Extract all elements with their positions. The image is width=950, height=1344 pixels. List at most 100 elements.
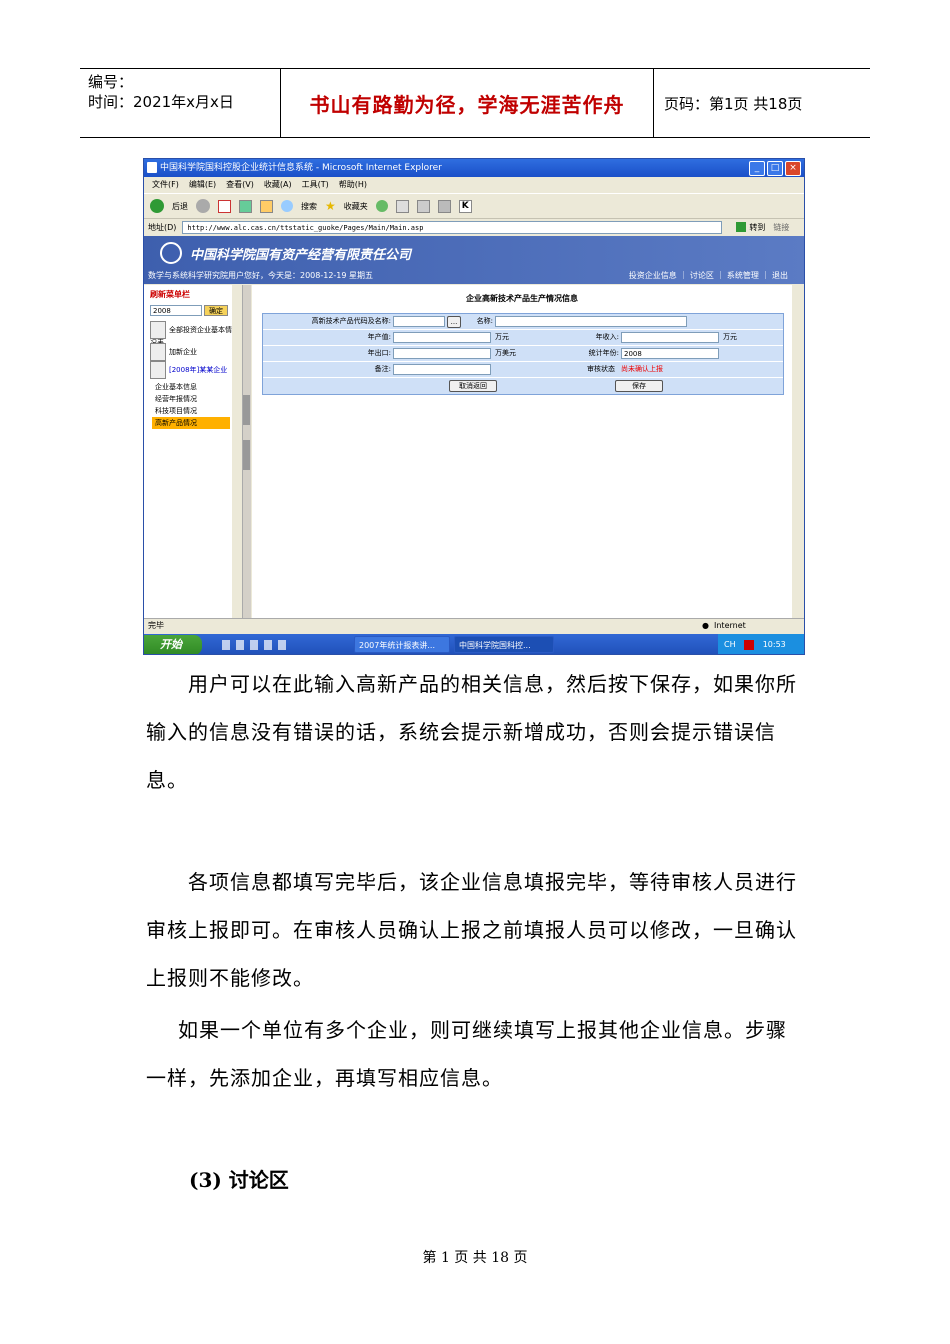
refresh-menu-button[interactable]: 刷新菜单栏 xyxy=(150,289,190,300)
task-word[interactable]: 2007年统计报表讲... xyxy=(354,636,450,653)
remark-label: 备注: xyxy=(374,365,391,373)
task-ie[interactable]: 中国科学院国科控... xyxy=(454,636,554,653)
print-icon[interactable] xyxy=(416,199,430,213)
status-bar: 完毕 ● Internet xyxy=(144,618,804,632)
top-links[interactable]: 投资企业信息 ｜ 讨论区 ｜ 系统管理 ｜ 退出 xyxy=(629,270,788,281)
output-input[interactable] xyxy=(393,332,491,343)
name-label: 名称: xyxy=(476,317,493,325)
form-row-export: 年出口: 万美元 统计年份: 2008 xyxy=(263,346,783,362)
welcome-text: 数学与系统科学研究院用户您好，今天是：2008-12-19 星期五 xyxy=(148,271,374,280)
menu-file[interactable]: 文件(F) xyxy=(152,177,179,192)
links-label[interactable]: 链接 xyxy=(773,222,789,233)
document-icon xyxy=(150,321,166,339)
expand-right-icon[interactable] xyxy=(243,440,250,470)
window-controls: _ □ × xyxy=(749,161,801,176)
menu-view[interactable]: 查看(V) xyxy=(226,177,254,192)
stop-icon[interactable] xyxy=(218,199,231,213)
menu-help[interactable]: 帮助(H) xyxy=(339,177,367,192)
search-label[interactable]: 搜索 xyxy=(301,201,317,212)
menu-bar: 文件(F) 编辑(E) 查看(V) 收藏(A) 工具(T) 帮助(H) xyxy=(144,177,804,192)
minimize-icon[interactable]: _ xyxy=(749,161,765,176)
menu-hightech-products[interactable]: 高新产品情况 xyxy=(152,417,230,429)
form-title: 企业高新技术产品生产情况信息 xyxy=(466,294,578,303)
status-label: 审核状态 xyxy=(587,365,615,373)
favorites-label[interactable]: 收藏夹 xyxy=(344,201,368,212)
export-input[interactable] xyxy=(393,348,491,359)
year-select[interactable]: 2008 xyxy=(150,305,202,316)
lang-indicator[interactable]: CH xyxy=(724,640,736,649)
clock: 10:53 xyxy=(762,640,786,649)
back-icon[interactable] xyxy=(150,199,164,213)
history-icon[interactable] xyxy=(375,200,388,212)
close-icon[interactable]: × xyxy=(785,161,801,176)
stat-year-label: 统计年份: xyxy=(588,349,619,357)
form-row-code: 高新技术产品代码及名称: ... 名称: xyxy=(263,314,783,330)
tree-item-add[interactable]: 加新企业 xyxy=(150,343,197,361)
ie-window-screenshot: 中国科学院国科控股企业统计信息系统 - Microsoft Internet E… xyxy=(143,158,805,655)
status-value: 尚未确认上报 xyxy=(621,365,663,373)
edit-icon[interactable] xyxy=(437,199,451,213)
favorites-icon[interactable]: ★ xyxy=(325,199,336,213)
paragraph-2: 各项信息都填写完毕后，该企业信息填报完毕，等待审核人员进行审核上报即可。在审核人… xyxy=(146,870,797,990)
stat-year-input[interactable]: 2008 xyxy=(621,348,719,359)
menu-tools[interactable]: 工具(T) xyxy=(302,177,329,192)
sidebar-scrollbar[interactable] xyxy=(232,285,243,618)
browse-button[interactable]: ... xyxy=(447,316,461,328)
menu-edit[interactable]: 编辑(E) xyxy=(189,177,216,192)
export-label: 年出口: xyxy=(367,349,391,357)
address-input[interactable]: http://www.alc.cas.cn/ttstatic_guoke/Pag… xyxy=(182,220,723,234)
refresh-icon[interactable] xyxy=(239,199,252,213)
taskbar: 开始 2007年统计报表讲... 中国科学院国科控... CH 10:53 xyxy=(144,634,804,654)
cancel-button[interactable]: 取消返回 xyxy=(449,380,497,392)
tree-item-company[interactable]: [2008年]某某企业 xyxy=(150,361,227,379)
menu-basic-info[interactable]: 企业基本信息 xyxy=(152,381,230,393)
go-button[interactable]: 转到 xyxy=(749,222,765,233)
start-button[interactable]: 开始 xyxy=(144,635,202,654)
doc-number: 编号： xyxy=(88,73,134,91)
form-row-buttons: 取消返回 保存 xyxy=(263,378,783,394)
sidebar: 刷新菜单栏 2008 确定 全部投资企业基本情况表 加新企业 [2008年]某某… xyxy=(144,285,233,618)
menu-annual-report[interactable]: 经营年报情况 xyxy=(152,393,230,405)
header-motto-cell: 书山有路勤为径，学海无涯苦作舟 xyxy=(281,69,654,137)
home-icon[interactable] xyxy=(260,199,273,213)
tree-label: 加新企业 xyxy=(169,348,197,356)
mail-icon[interactable] xyxy=(395,199,409,213)
menu-tech-projects[interactable]: 科技项目情况 xyxy=(152,405,230,417)
k-icon[interactable]: K xyxy=(458,199,472,213)
page-info: 页码：第1页 共18页 xyxy=(664,94,803,113)
page-footer: 第 1 页 共 18 页 xyxy=(422,1250,528,1266)
save-button[interactable]: 保存 xyxy=(615,380,663,392)
paragraph-3: 如果一个单位有多个企业，则可继续填写上报其他企业信息。步骤一样，先添加企业，再填… xyxy=(146,1018,787,1090)
sidebar-toggle[interactable] xyxy=(243,285,251,618)
ok-button[interactable]: 确定 xyxy=(204,305,228,316)
export-unit: 万美元 xyxy=(495,349,516,357)
tree-label: [2008年]某某企业 xyxy=(169,366,228,374)
section-heading: (3) 讨论区 xyxy=(189,1168,289,1192)
status-text: 完毕 xyxy=(148,621,164,630)
income-unit: 万元 xyxy=(723,333,737,341)
remark-input[interactable] xyxy=(393,364,491,375)
k-tray-icon[interactable] xyxy=(744,639,755,650)
income-input[interactable] xyxy=(621,332,719,343)
forward-icon[interactable] xyxy=(196,199,210,213)
collapse-left-icon[interactable] xyxy=(243,395,250,425)
main-content: 企业高新技术产品生产情况信息 高新技术产品代码及名称: ... 名称: 年产值:… xyxy=(252,285,792,618)
address-bar: 地址(D) http://www.alc.cas.cn/ttstatic_guo… xyxy=(144,218,804,235)
window-title: 中国科学院国科控股企业统计信息系统 - Microsoft Internet E… xyxy=(160,163,442,173)
name-input[interactable] xyxy=(495,316,687,327)
zone-text: Internet xyxy=(714,621,746,630)
content-scrollbar[interactable] xyxy=(792,285,804,618)
maximize-icon[interactable]: □ xyxy=(767,161,783,176)
product-form: 高新技术产品代码及名称: ... 名称: 年产值: 万元 年收入: 万元 年出口… xyxy=(262,313,784,395)
system-tray: CH 10:53 xyxy=(718,634,804,654)
code-label: 高新技术产品代码及名称: xyxy=(311,317,391,325)
address-label: 地址(D) xyxy=(148,222,177,232)
go-icon[interactable] xyxy=(736,222,747,232)
menu-favorites[interactable]: 收藏(A) xyxy=(264,177,292,192)
code-input[interactable] xyxy=(393,316,445,327)
back-label[interactable]: 后退 xyxy=(172,201,188,212)
header-page-cell: 页码：第1页 共18页 xyxy=(654,69,870,137)
search-icon[interactable] xyxy=(281,200,293,212)
form-row-remark: 备注: 审核状态 尚未确认上报 xyxy=(263,362,783,378)
quicklaunch-icons[interactable] xyxy=(222,640,292,650)
